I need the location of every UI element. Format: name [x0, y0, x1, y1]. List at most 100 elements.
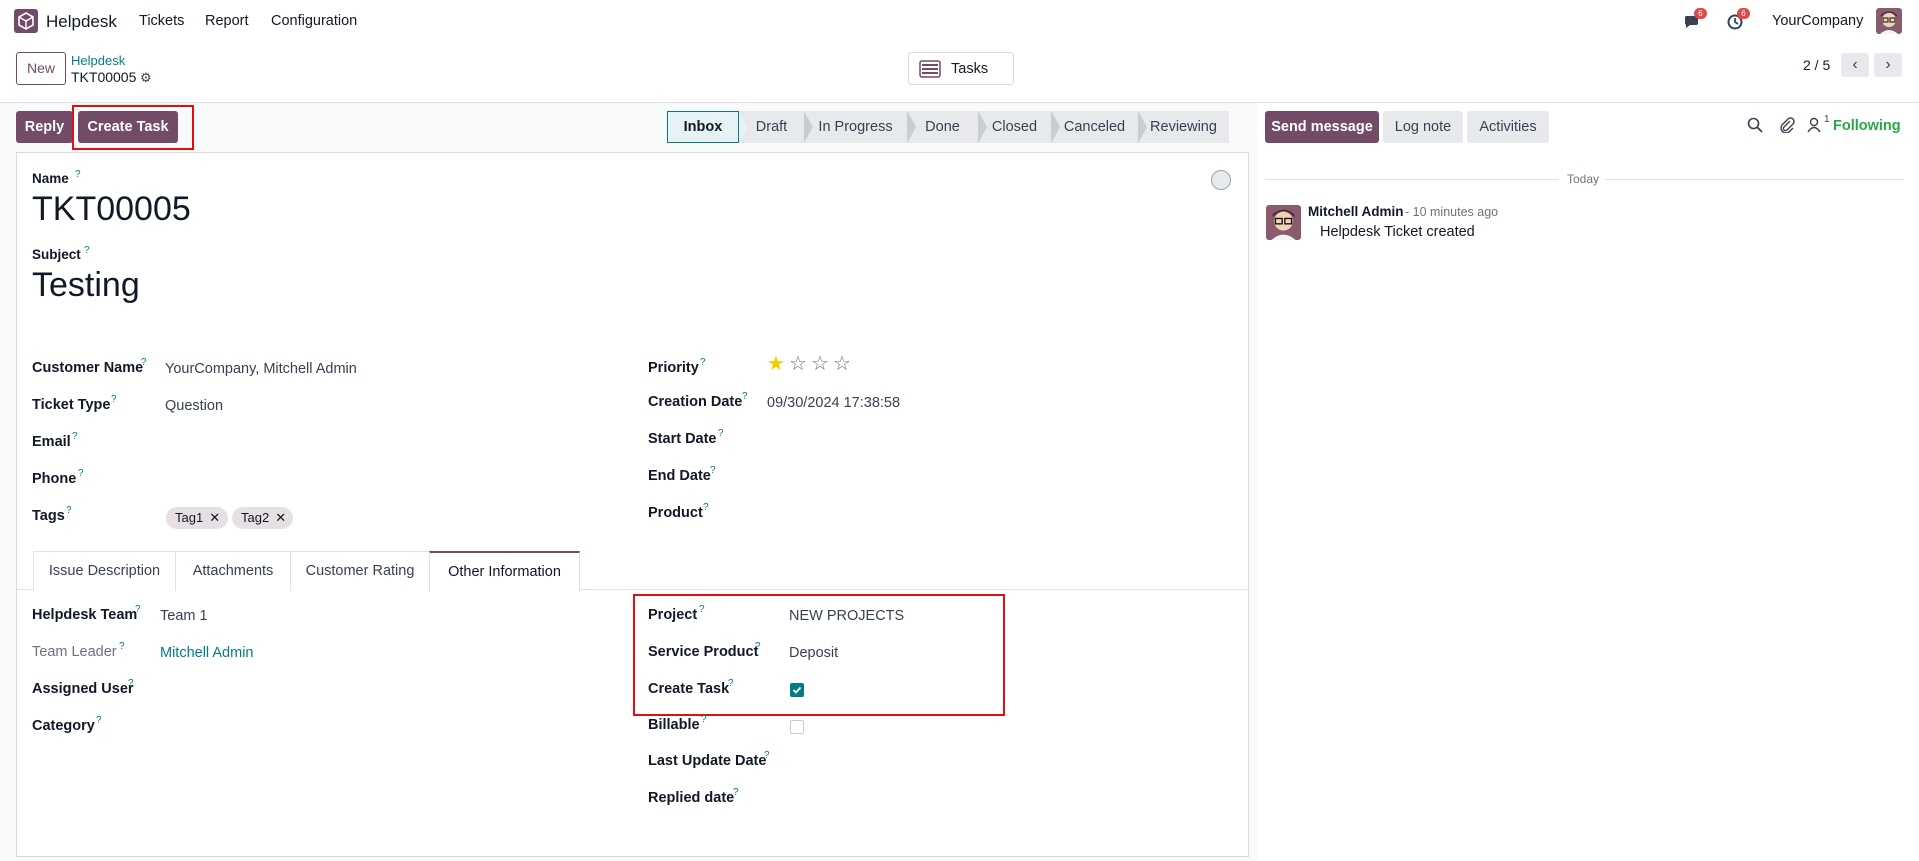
- following-button[interactable]: Following: [1833, 118, 1901, 134]
- log-note-button[interactable]: Log note: [1383, 111, 1463, 143]
- message-author[interactable]: Mitchell Admin: [1308, 204, 1404, 219]
- help-tooltip-icon[interactable]: ?: [764, 750, 770, 761]
- billable-label: Billable: [648, 717, 700, 733]
- help-tooltip-icon[interactable]: ?: [78, 468, 84, 479]
- end-date-label: End Date: [648, 468, 711, 484]
- team-leader-link[interactable]: Mitchell Admin: [160, 645, 253, 661]
- tasks-icon: [919, 60, 941, 78]
- kanban-state-icon[interactable]: [1211, 170, 1231, 190]
- help-tooltip-icon[interactable]: ?: [128, 678, 134, 689]
- help-tooltip-icon[interactable]: ?: [701, 714, 707, 725]
- menu-configuration[interactable]: Configuration: [271, 13, 357, 29]
- name-label: Name: [32, 171, 69, 186]
- message-author-avatar[interactable]: [1266, 205, 1301, 240]
- ticket-type-value[interactable]: Question: [165, 398, 223, 414]
- stage-canceled[interactable]: Canceled: [1051, 111, 1138, 143]
- tag-chip[interactable]: Tag2 ✕: [232, 507, 293, 529]
- followers-count: 1: [1824, 114, 1830, 125]
- stage-inbox[interactable]: Inbox: [667, 111, 739, 143]
- help-tooltip-icon[interactable]: ?: [135, 604, 141, 615]
- stage-closed[interactable]: Closed: [978, 111, 1051, 143]
- breadcrumb-parent[interactable]: Helpdesk: [71, 53, 125, 68]
- replied-date-label: Replied date: [648, 790, 735, 806]
- start-date-label: Start Date: [648, 431, 717, 447]
- subject-label: Subject: [32, 247, 81, 262]
- date-separator: Today: [1567, 172, 1600, 186]
- activities-clock-icon[interactable]: 6: [1726, 8, 1750, 31]
- tasks-label: Tasks: [951, 61, 989, 77]
- billable-checkbox[interactable]: [790, 720, 804, 734]
- menu-report[interactable]: Report: [205, 13, 249, 29]
- help-tooltip-icon[interactable]: ?: [111, 394, 117, 405]
- tasks-smart-button[interactable]: Tasks: [908, 52, 1014, 85]
- stage-done[interactable]: Done: [907, 111, 978, 143]
- remove-tag-icon[interactable]: ✕: [209, 510, 220, 525]
- breadcrumb-current: TKT00005: [71, 69, 137, 85]
- date-separator-line: [1605, 179, 1904, 180]
- activities-badge: 6: [1737, 8, 1750, 19]
- send-message-button[interactable]: Send message: [1265, 111, 1379, 143]
- ticket-type-label: Ticket Type: [32, 397, 111, 413]
- remove-tag-icon[interactable]: ✕: [275, 510, 286, 525]
- stage-arrow: [804, 111, 813, 143]
- pager-previous-icon[interactable]: ‹: [1841, 53, 1869, 77]
- help-tooltip-icon[interactable]: ?: [700, 357, 706, 368]
- user-avatar[interactable]: [1876, 8, 1902, 34]
- customer-name-value[interactable]: YourCompany, Mitchell Admin: [165, 361, 357, 377]
- help-tooltip-icon[interactable]: ?: [710, 465, 716, 476]
- tab-attachments[interactable]: Attachments: [175, 551, 291, 591]
- messages-badge: 6: [1694, 8, 1707, 19]
- help-tooltip-icon[interactable]: ?: [141, 357, 147, 368]
- helpdesk-team-value[interactable]: Team 1: [160, 608, 208, 624]
- subject-value[interactable]: Testing: [32, 266, 140, 305]
- pager-next-icon[interactable]: ›: [1874, 53, 1902, 77]
- help-tooltip-icon[interactable]: ?: [72, 431, 78, 442]
- help-tooltip-icon[interactable]: ?: [742, 391, 748, 402]
- help-tooltip-icon[interactable]: ?: [75, 169, 81, 180]
- tag-label: Tag1: [175, 510, 204, 525]
- tab-issue-description[interactable]: Issue Description: [33, 551, 176, 591]
- priority-star-icon[interactable]: ☆: [811, 354, 829, 374]
- help-tooltip-icon[interactable]: ?: [66, 505, 72, 516]
- tab-other-information[interactable]: Other Information: [429, 551, 580, 592]
- helpdesk-app-icon[interactable]: [14, 9, 38, 33]
- help-tooltip-icon[interactable]: ?: [733, 787, 739, 798]
- creation-date-label: Creation Date: [648, 394, 743, 410]
- app-name[interactable]: Helpdesk: [46, 12, 117, 32]
- help-tooltip-icon[interactable]: ?: [119, 641, 125, 652]
- help-tooltip-icon[interactable]: ?: [84, 245, 90, 256]
- search-icon[interactable]: [1747, 117, 1763, 137]
- stage-reviewing[interactable]: Reviewing: [1138, 111, 1229, 143]
- pager-value[interactable]: 2 / 5: [1803, 57, 1830, 73]
- tab-customer-rating[interactable]: Customer Rating: [290, 551, 430, 591]
- followers-icon[interactable]: [1806, 117, 1822, 137]
- stage-in-progress[interactable]: In Progress: [804, 111, 907, 143]
- new-button[interactable]: New: [16, 52, 66, 85]
- activities-button[interactable]: Activities: [1467, 111, 1549, 143]
- gear-icon[interactable]: ⚙: [140, 70, 152, 86]
- creation-date-value[interactable]: 09/30/2024 17:38:58: [767, 395, 900, 411]
- messages-icon[interactable]: 6: [1683, 8, 1707, 31]
- reply-button[interactable]: Reply: [16, 111, 73, 143]
- priority-star-icon[interactable]: ☆: [789, 354, 807, 374]
- stage-arrow: [907, 111, 916, 143]
- tags-label: Tags: [32, 508, 65, 524]
- company-switcher[interactable]: YourCompany: [1772, 13, 1863, 29]
- message-body: Helpdesk Ticket created: [1320, 224, 1475, 240]
- stage-draft[interactable]: Draft: [739, 111, 804, 143]
- help-tooltip-icon[interactable]: ?: [718, 428, 724, 439]
- stage-arrow: [1051, 111, 1060, 143]
- paperclip-icon[interactable]: [1779, 117, 1795, 137]
- tag-chip[interactable]: Tag1 ✕: [166, 507, 228, 529]
- message-timestamp: - 10 minutes ago: [1405, 205, 1499, 219]
- last-update-date-label: Last Update Date: [648, 753, 767, 769]
- customer-name-label: Customer Name: [32, 360, 144, 376]
- phone-label: Phone: [32, 471, 77, 487]
- help-tooltip-icon[interactable]: ?: [96, 715, 102, 726]
- priority-star-icon[interactable]: ☆: [833, 354, 851, 374]
- help-tooltip-icon[interactable]: ?: [703, 502, 709, 513]
- name-value[interactable]: TKT00005: [32, 190, 191, 229]
- priority-star-icon[interactable]: ★: [767, 354, 785, 374]
- menu-tickets[interactable]: Tickets: [139, 13, 184, 29]
- tag-label: Tag2: [241, 510, 270, 525]
